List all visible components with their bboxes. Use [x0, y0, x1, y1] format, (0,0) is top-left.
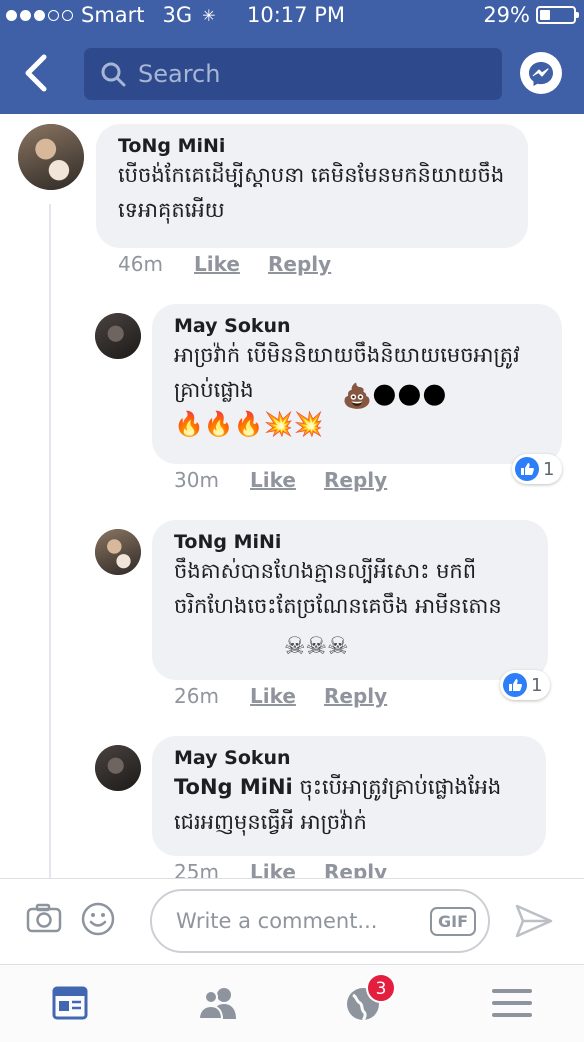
reply-link[interactable]: Reply: [324, 468, 387, 492]
chevron-left-icon: [25, 54, 47, 92]
search-input[interactable]: Search: [84, 48, 502, 100]
avatar[interactable]: [95, 529, 141, 575]
reply-text: ToNg MiNi ចុះបើអាត្រូវគ្រាប់ផ្លោងអែង ជេរ…: [174, 770, 534, 840]
send-icon[interactable]: [514, 903, 554, 939]
comment-placeholder: Write a comment...: [176, 909, 378, 933]
avatar[interactable]: [95, 745, 141, 791]
messenger-icon: [529, 62, 553, 86]
mention-link[interactable]: ToNg MiNi: [174, 775, 293, 799]
notification-badge: 3: [366, 973, 396, 1003]
reply-actions: 30m Like Reply: [174, 468, 387, 492]
activity-icon: ✳: [202, 5, 216, 25]
reply-time: 26m: [174, 684, 219, 708]
reply-author[interactable]: May Sokun: [174, 314, 540, 338]
gif-button[interactable]: GIF: [429, 907, 476, 936]
reaction-count[interactable]: 1: [512, 454, 563, 484]
tab-notifications[interactable]: 3: [344, 973, 396, 1025]
reply-actions: 26m Like Reply: [174, 684, 387, 708]
messenger-button[interactable]: [520, 52, 562, 94]
tab-menu[interactable]: [492, 985, 532, 1025]
top-bar: Smart 3G ✳ 10:17 PM 29% Search: [0, 0, 584, 114]
comment-thread[interactable]: ToNg MiNi បើចង់កែគេដើម្បីស្ដាបនា គេមិនមែ…: [0, 114, 584, 878]
carrier-name: Smart: [81, 3, 145, 27]
search-placeholder: Search: [138, 60, 221, 88]
comment-input[interactable]: Write a comment... GIF: [150, 889, 490, 953]
reply-author[interactable]: May Sokun: [174, 746, 524, 770]
search-icon: [101, 62, 126, 87]
comment-time: 46m: [118, 252, 163, 276]
like-link[interactable]: Like: [194, 252, 268, 276]
back-button[interactable]: [20, 52, 56, 94]
reply-bubble[interactable]: May Sokun អាច្រវ៉ាក់ បើមិននិយាយចឹងនិយាយម…: [152, 304, 562, 464]
comment-actions: 46m Like Reply: [118, 252, 331, 276]
carrier-info: Smart 3G ✳: [6, 3, 216, 27]
battery-icon: [536, 6, 579, 24]
clock: 10:17 PM: [247, 3, 345, 27]
battery-indicator: 29%: [483, 3, 579, 27]
reply-author[interactable]: ToNg MiNi: [174, 530, 526, 554]
comment-text: បើចង់កែគេដើម្បីស្ដាបនា គេមិនមែនមកនិយាយចឹ…: [118, 163, 505, 222]
tab-friend-requests[interactable]: [196, 985, 236, 1025]
hamburger-menu-icon: [492, 989, 532, 1017]
reply-time: 25m: [174, 860, 219, 878]
comment-author[interactable]: ToNg MiNi: [118, 134, 506, 158]
like-link[interactable]: Like: [250, 860, 324, 878]
reply-link[interactable]: Reply: [324, 860, 387, 878]
reply-time: 30m: [174, 468, 219, 492]
reply-emoji: 🔥🔥🔥💥💥: [174, 410, 324, 438]
comment-composer: Write a comment... GIF: [0, 878, 584, 964]
avatar[interactable]: [18, 124, 84, 190]
reply-text: ចឹងគាស់បានហែងគ្មានល្បីអីសោះ មកពីចរិកហែងច…: [174, 559, 502, 618]
like-reaction-icon: [515, 457, 539, 481]
reaction-number: 1: [543, 458, 555, 480]
sticker-icon[interactable]: [81, 902, 115, 936]
bottom-tab-bar: 3: [0, 964, 584, 1042]
reply-emoji: 💩🌑🌑🌑: [342, 382, 447, 410]
signal-strength-icon: [6, 9, 73, 21]
status-bar: Smart 3G ✳ 10:17 PM 29%: [0, 0, 584, 32]
reaction-number: 1: [531, 674, 543, 696]
friends-icon: [197, 988, 236, 1020]
avatar[interactable]: [95, 313, 141, 359]
reply-bubble[interactable]: ToNg MiNi ចឹងគាស់បានហែងគ្មានល្បីអីសោះ មក…: [152, 520, 548, 680]
tab-news-feed[interactable]: [52, 985, 92, 1025]
reply-bubble[interactable]: May Sokun ToNg MiNi ចុះបើអាត្រូវគ្រាប់ផ្…: [152, 736, 546, 856]
reply-link[interactable]: Reply: [324, 684, 387, 708]
like-reaction-icon: [503, 673, 527, 697]
battery-percent: 29%: [483, 3, 530, 27]
reply-actions: 25m Like Reply: [174, 860, 387, 878]
network-type: 3G: [162, 3, 193, 27]
like-link[interactable]: Like: [250, 684, 324, 708]
camera-icon[interactable]: [26, 903, 62, 933]
reaction-count[interactable]: 1: [500, 670, 551, 700]
comment-bubble[interactable]: ToNg MiNi បើចង់កែគេដើម្បីស្ដាបនា គេមិនមែ…: [96, 124, 528, 248]
like-link[interactable]: Like: [250, 468, 324, 492]
reply-emoji: ☠☠☠: [284, 632, 349, 660]
reply-link[interactable]: Reply: [268, 252, 331, 276]
thread-rail: [49, 204, 51, 878]
news-feed-icon: [52, 986, 88, 1020]
